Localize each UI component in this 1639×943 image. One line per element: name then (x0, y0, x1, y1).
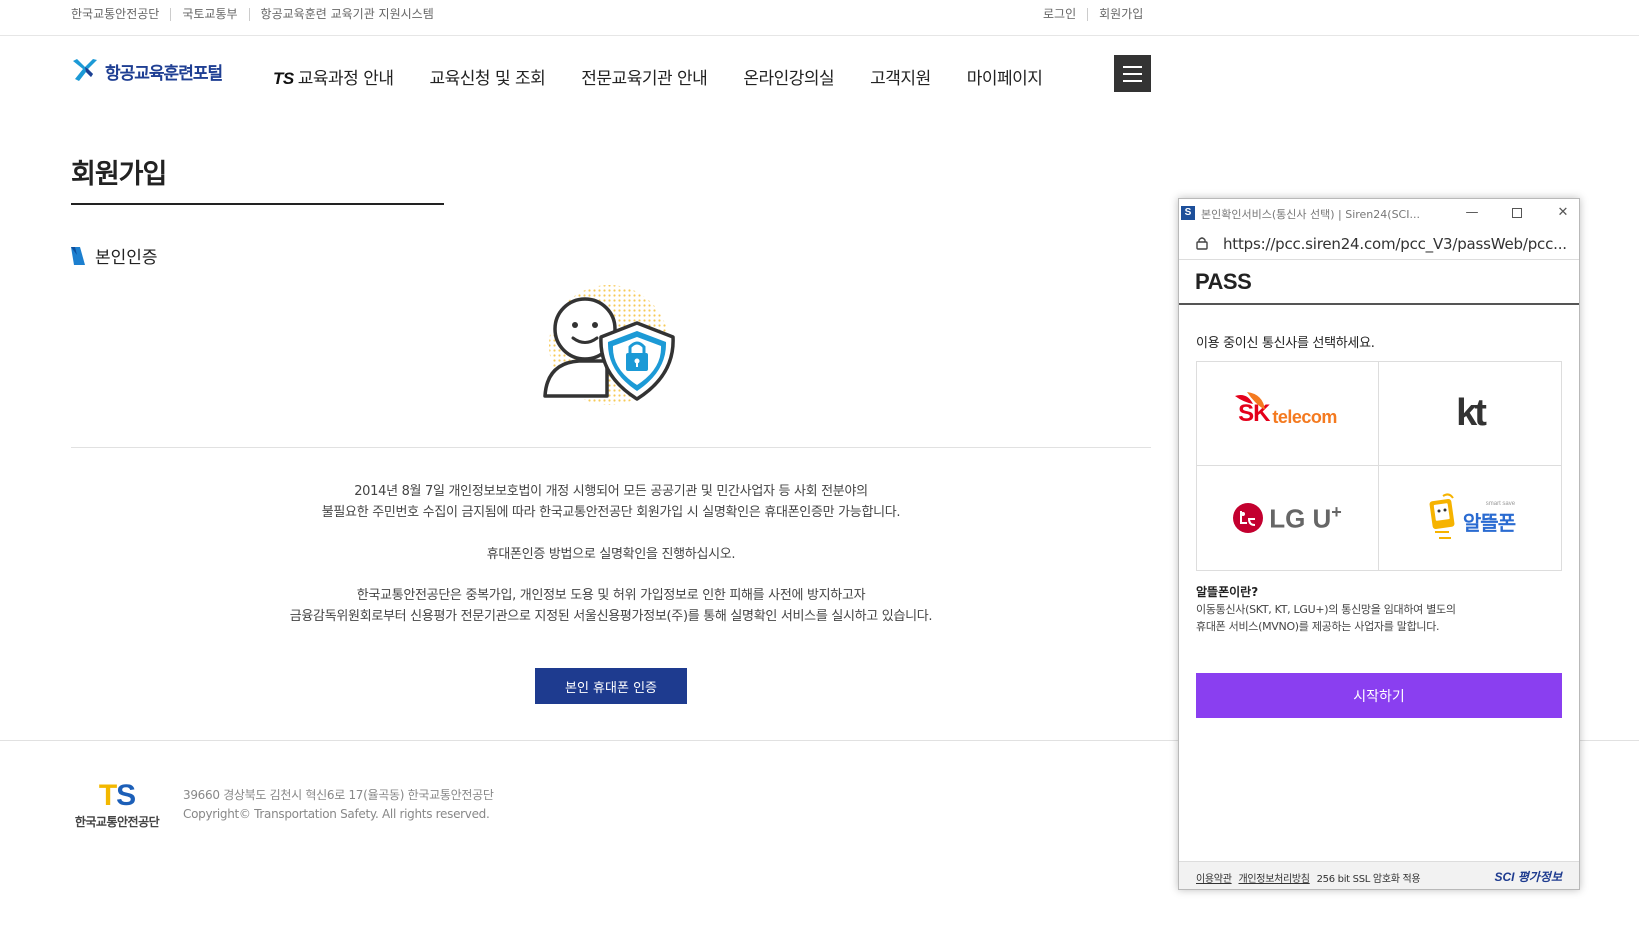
privacy-policy-link[interactable]: 개인정보처리방침 (1239, 874, 1311, 885)
logo-text: 항공교육훈련포털 (105, 63, 223, 84)
carrier-option-lg-uplus[interactable]: LG U+ (1197, 466, 1379, 570)
phone-verification-button[interactable]: 본인 휴대폰 인증 (535, 668, 687, 704)
content-divider (71, 447, 1151, 448)
nav-item-apply[interactable]: 교육신청 및 조회 (429, 64, 545, 89)
pass-logo: PASS (1195, 269, 1252, 294)
service-notice-line: 한국교통안전공단은 중복가입, 개인정보 도용 및 허위 가입정보로 인한 피해… (356, 588, 866, 603)
sk-telecom-logo: SK telecom (1235, 392, 1337, 428)
popup-window-title: 본인확인서비스(통신사 선택) | Siren24(SCI... (1201, 208, 1420, 221)
main-nav: TS 교육과정 안내 교육신청 및 조회 전문교육기관 안내 온라인강의실 고객지… (273, 64, 1078, 89)
popup-footer-links: 이용약관 개인정보처리방침 256 bit SSL 암호화 적용 (1196, 870, 1421, 885)
airplane-logo-icon (73, 59, 97, 81)
footer-copyright: Copyright© Transportation Safety. All ri… (183, 807, 490, 821)
mvno-logo: smart save 알뜰폰 (1425, 492, 1516, 544)
popup-url-bar: https://pcc.siren24.com/pcc_V3/passWeb/p… (1179, 227, 1579, 260)
popup-url[interactable]: https://pcc.siren24.com/pcc_V3/passWeb/p… (1223, 235, 1567, 253)
carrier-option-sk-telecom[interactable]: SK telecom (1197, 362, 1379, 466)
title-underline (71, 203, 444, 205)
mvno-answer-line: 이동통신사(SKT, KT, LGU+)의 통신망을 임대하여 별도의 (1196, 603, 1456, 616)
lg-uplus-logo: LG U+ (1233, 502, 1342, 535)
mvno-question: 알뜰폰이란? (1196, 585, 1259, 599)
ssl-notice: 256 bit SSL 암호화 적용 (1316, 874, 1421, 885)
page-title: 회원가입 (71, 159, 167, 190)
verification-instruction: 휴대폰인증 방법으로 실명확인을 진행하십시오. (486, 547, 736, 562)
popup-titlebar[interactable]: S 본인확인서비스(통신사 선택) | Siren24(SCI... — ✕ (1179, 199, 1579, 227)
ts-logo-t: T (98, 779, 117, 812)
mvno-text: 알뜰폰 (1462, 510, 1516, 535)
utility-links-left: 한국교통안전공단 국토교통부 항공교육훈련 교육기관 지원시스템 (71, 8, 445, 21)
mvno-answer: 이동통신사(SKT, KT, LGU+)의 통신망을 임대하여 별도의 휴대폰 … (1196, 601, 1456, 635)
terms-link[interactable]: 이용약관 (1196, 874, 1232, 885)
hamburger-line (1123, 79, 1142, 82)
section-subtitle: 본인인증 (71, 243, 158, 268)
mvno-answer-line: 휴대폰 서비스(MVNO)를 제공하는 사업자를 말합니다. (1196, 620, 1440, 633)
hamburger-line (1123, 65, 1142, 68)
lock-icon (1196, 237, 1208, 250)
hamburger-menu-button[interactable] (1114, 55, 1151, 92)
util-link-kotsa[interactable]: 한국교통안전공단 (71, 8, 170, 21)
start-button[interactable]: 시작하기 (1196, 673, 1562, 718)
lg-text: LG U+ (1269, 502, 1342, 535)
service-notice: 한국교통안전공단은 중복가입, 개인정보 도용 및 허위 가입정보로 인한 피해… (71, 585, 1151, 627)
close-icon[interactable]: ✕ (1553, 203, 1573, 223)
lg-face-icon (1233, 503, 1264, 533)
siren24-app-icon: S (1181, 206, 1195, 220)
login-link[interactable]: 로그인 (1043, 8, 1087, 21)
ts-logo: TS (71, 779, 163, 812)
popup-footer: 이용약관 개인정보처리방침 256 bit SSL 암호화 적용 SCI 평가정… (1179, 861, 1579, 889)
carrier-option-kt[interactable]: kt (1379, 362, 1561, 466)
sci-brand-logo: SCI 평가정보 (1494, 870, 1563, 884)
util-link-support-system[interactable]: 항공교육훈련 교육기관 지원시스템 (248, 8, 445, 21)
carrier-option-mvno[interactable]: smart save 알뜰폰 (1379, 466, 1561, 570)
lg-u-text: LG U (1269, 503, 1332, 534)
sk-butterfly-icon (1235, 392, 1265, 410)
signup-link[interactable]: 회원가입 (1087, 8, 1154, 21)
maximize-icon[interactable] (1507, 203, 1527, 223)
mvno-text-group: smart save 알뜰폰 (1462, 500, 1516, 536)
footer-info: 39660 경상북도 김천시 혁신6로 17(율곡동) 한국교통안전공단 Cop… (183, 786, 494, 824)
kt-logo: kt (1456, 392, 1487, 434)
nav-item-course-info[interactable]: TS 교육과정 안내 (273, 64, 394, 89)
subtitle-text: 본인인증 (95, 248, 158, 268)
footer-org-name: 한국교통안전공단 (74, 815, 160, 829)
maximize-square (1512, 208, 1522, 218)
pass-header: PASS (1179, 261, 1579, 305)
ts-logo-s: S (116, 779, 136, 812)
identity-verification-illustration (543, 285, 675, 405)
hamburger-line (1123, 72, 1142, 75)
carrier-grid: SK telecom kt LG U+ smart save 알뜰폰 (1196, 361, 1562, 571)
footer-logo: TS 한국교통안전공단 (71, 779, 163, 830)
service-notice-line: 금융감독위원회로부터 신용평가 전문기관으로 지정된 서울신용평가정보(주)를 … (289, 609, 933, 624)
lg-plus-text: + (1331, 501, 1342, 522)
section-marker-icon (71, 246, 85, 265)
minimize-icon[interactable]: — (1462, 203, 1482, 223)
carrier-selection-popup: S 본인확인서비스(통신사 선택) | Siren24(SCI... — ✕ h… (1178, 198, 1580, 890)
privacy-notice-line: 불필요한 주민번호 수집이 금지됨에 따라 한국교통안전공단 회원가입 시 실명… (321, 505, 901, 520)
nav-item-institutions[interactable]: 전문교육기관 안내 (581, 64, 708, 89)
utility-links-right: 로그인 회원가입 (1043, 8, 1154, 21)
footer-address: 39660 경상북도 김천시 혁신6로 17(율곡동) 한국교통안전공단 (183, 788, 494, 802)
site-logo[interactable]: 항공교육훈련포털 (71, 57, 223, 85)
nav-item-support[interactable]: 고객지원 (870, 64, 931, 89)
carrier-prompt: 이용 중이신 통신사를 선택하세요. (1196, 336, 1375, 351)
mvno-phone-character-icon (1429, 493, 1455, 539)
nav-item-mypage[interactable]: 마이페이지 (967, 64, 1043, 89)
telecom-text: telecom (1272, 406, 1337, 427)
utility-bar: 한국교통안전공단 국토교통부 항공교육훈련 교육기관 지원시스템 로그인 회원가… (0, 0, 1639, 36)
ts-mark: TS (273, 69, 294, 88)
privacy-notice-line: 2014년 8월 7일 개인정보보호법이 개정 시행되어 모든 공공기관 및 민… (354, 484, 868, 499)
nav-label: 교육과정 안내 (297, 69, 394, 89)
nav-item-online-class[interactable]: 온라인강의실 (743, 64, 834, 89)
mvno-small-text: smart save (1485, 500, 1516, 507)
privacy-notice: 2014년 8월 7일 개인정보보호법이 개정 시행되어 모든 공공기관 및 민… (71, 481, 1151, 523)
util-link-molit[interactable]: 국토교통부 (170, 8, 248, 21)
